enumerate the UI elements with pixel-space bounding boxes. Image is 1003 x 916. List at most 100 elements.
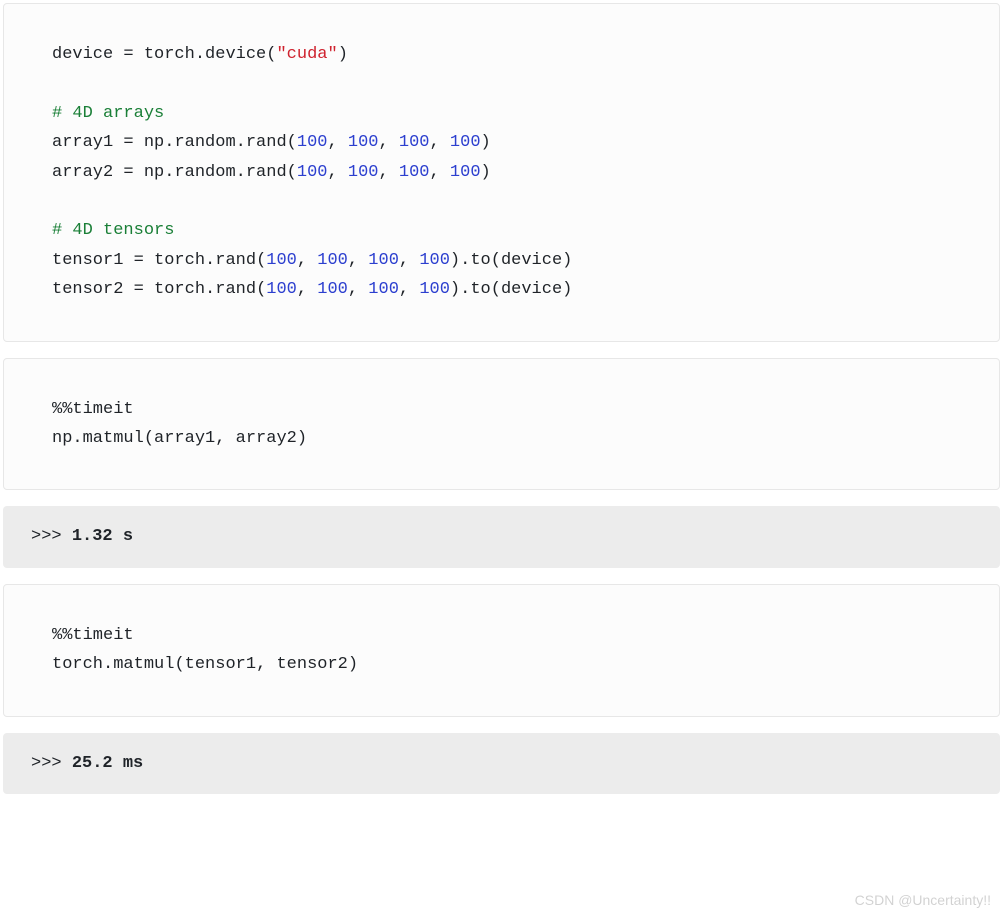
code-text: array2 [236,429,297,448]
code-text: ( [287,163,297,182]
code-text: 100 [450,133,481,152]
code-text: device [205,45,266,64]
code-text: 100 [348,163,379,182]
code-text: , [297,251,317,270]
code-text: torch [144,45,195,64]
code-text: np [144,163,164,182]
code-text: 100 [368,251,399,270]
code-text: , [399,251,419,270]
code-text: ) [297,429,307,448]
code-text: tensor2 [276,655,347,674]
code-block-torch-timeit: %%timeit torch.matmul(tensor1, tensor2) [3,584,1000,717]
code-text: , [379,133,399,152]
code-text: , [348,251,368,270]
code-text: 100 [266,251,297,270]
code-comment: # 4D arrays [52,104,164,123]
output-block-torch: >>> 25.2 ms [3,733,1000,794]
code-text: array1 [52,133,113,152]
code-text: tensor1 [52,251,123,270]
code-text: device [501,280,562,299]
code-text: ( [266,45,276,64]
code-text: array2 [52,163,113,182]
code-text: ) [338,45,348,64]
code-text: . [164,163,174,182]
code-block-setup: device = torch.device("cuda") # 4D array… [3,3,1000,342]
code-text: ) [348,655,358,674]
code-text: . [236,163,246,182]
code-text: . [236,133,246,152]
code-text: , [348,280,368,299]
code-text: , [327,163,347,182]
code-text: 100 [419,280,450,299]
output-result: 1.32 s [72,527,133,546]
code-text: random [174,163,235,182]
code-text: ) [450,280,460,299]
code-text: ( [174,655,184,674]
code-text: rand [215,251,256,270]
code-text: torch [154,251,205,270]
code-text: rand [246,133,287,152]
code-text: 100 [419,251,450,270]
code-text: , [327,133,347,152]
code-text: ( [256,280,266,299]
code-text: array1 [154,429,215,448]
code-text: = [113,163,144,182]
code-text: = [123,280,154,299]
code-text: . [164,133,174,152]
code-text: tensor2 [52,280,123,299]
code-text: matmul [113,655,174,674]
code-text: device [501,251,562,270]
code-text: , [379,163,399,182]
code-text: ) [562,251,572,270]
code-text: ) [562,280,572,299]
code-text: . [205,280,215,299]
code-text: 100 [399,133,430,152]
code-text: ) [481,133,491,152]
code-text: . [195,45,205,64]
code-text: , [430,163,450,182]
code-text: , [399,280,419,299]
code-block-numpy-timeit: %%timeit np.matmul(array1, array2) [3,358,1000,491]
code-text: 100 [266,280,297,299]
code-text: torch [52,655,103,674]
code-text: tensor1 [185,655,256,674]
code-text: rand [246,163,287,182]
code-text: , [256,655,276,674]
code-text: = [113,45,144,64]
code-text: "cuda" [276,45,337,64]
code-text: 100 [297,133,328,152]
code-text: 100 [348,133,379,152]
code-text: , [215,429,235,448]
code-text: ( [144,429,154,448]
code-text: ( [256,251,266,270]
code-text: ( [287,133,297,152]
code-text: ( [491,280,501,299]
code-text: . [460,280,470,299]
code-text: . [72,429,82,448]
code-text: random [174,133,235,152]
code-text: , [297,280,317,299]
code-text: 100 [317,251,348,270]
code-text: . [205,251,215,270]
code-text: ( [491,251,501,270]
code-text: ) [450,251,460,270]
code-comment: # 4D tensors [52,221,174,240]
code-text: np [52,429,72,448]
output-prompt: >>> [31,527,72,546]
code-text: %%timeit [52,626,134,645]
code-text: = [123,251,154,270]
output-result: 25.2 ms [72,754,143,773]
code-text: to [470,251,490,270]
code-text: 100 [368,280,399,299]
code-text: to [470,280,490,299]
code-text: ) [481,163,491,182]
code-text: 100 [450,163,481,182]
output-prompt: >>> [31,754,72,773]
code-text: 100 [317,280,348,299]
code-text: device [52,45,113,64]
code-text: %%timeit [52,400,134,419]
watermark-text: CSDN @Uncertainty!! [855,888,991,912]
code-text: np [144,133,164,152]
code-text: , [430,133,450,152]
output-block-numpy: >>> 1.32 s [3,506,1000,567]
